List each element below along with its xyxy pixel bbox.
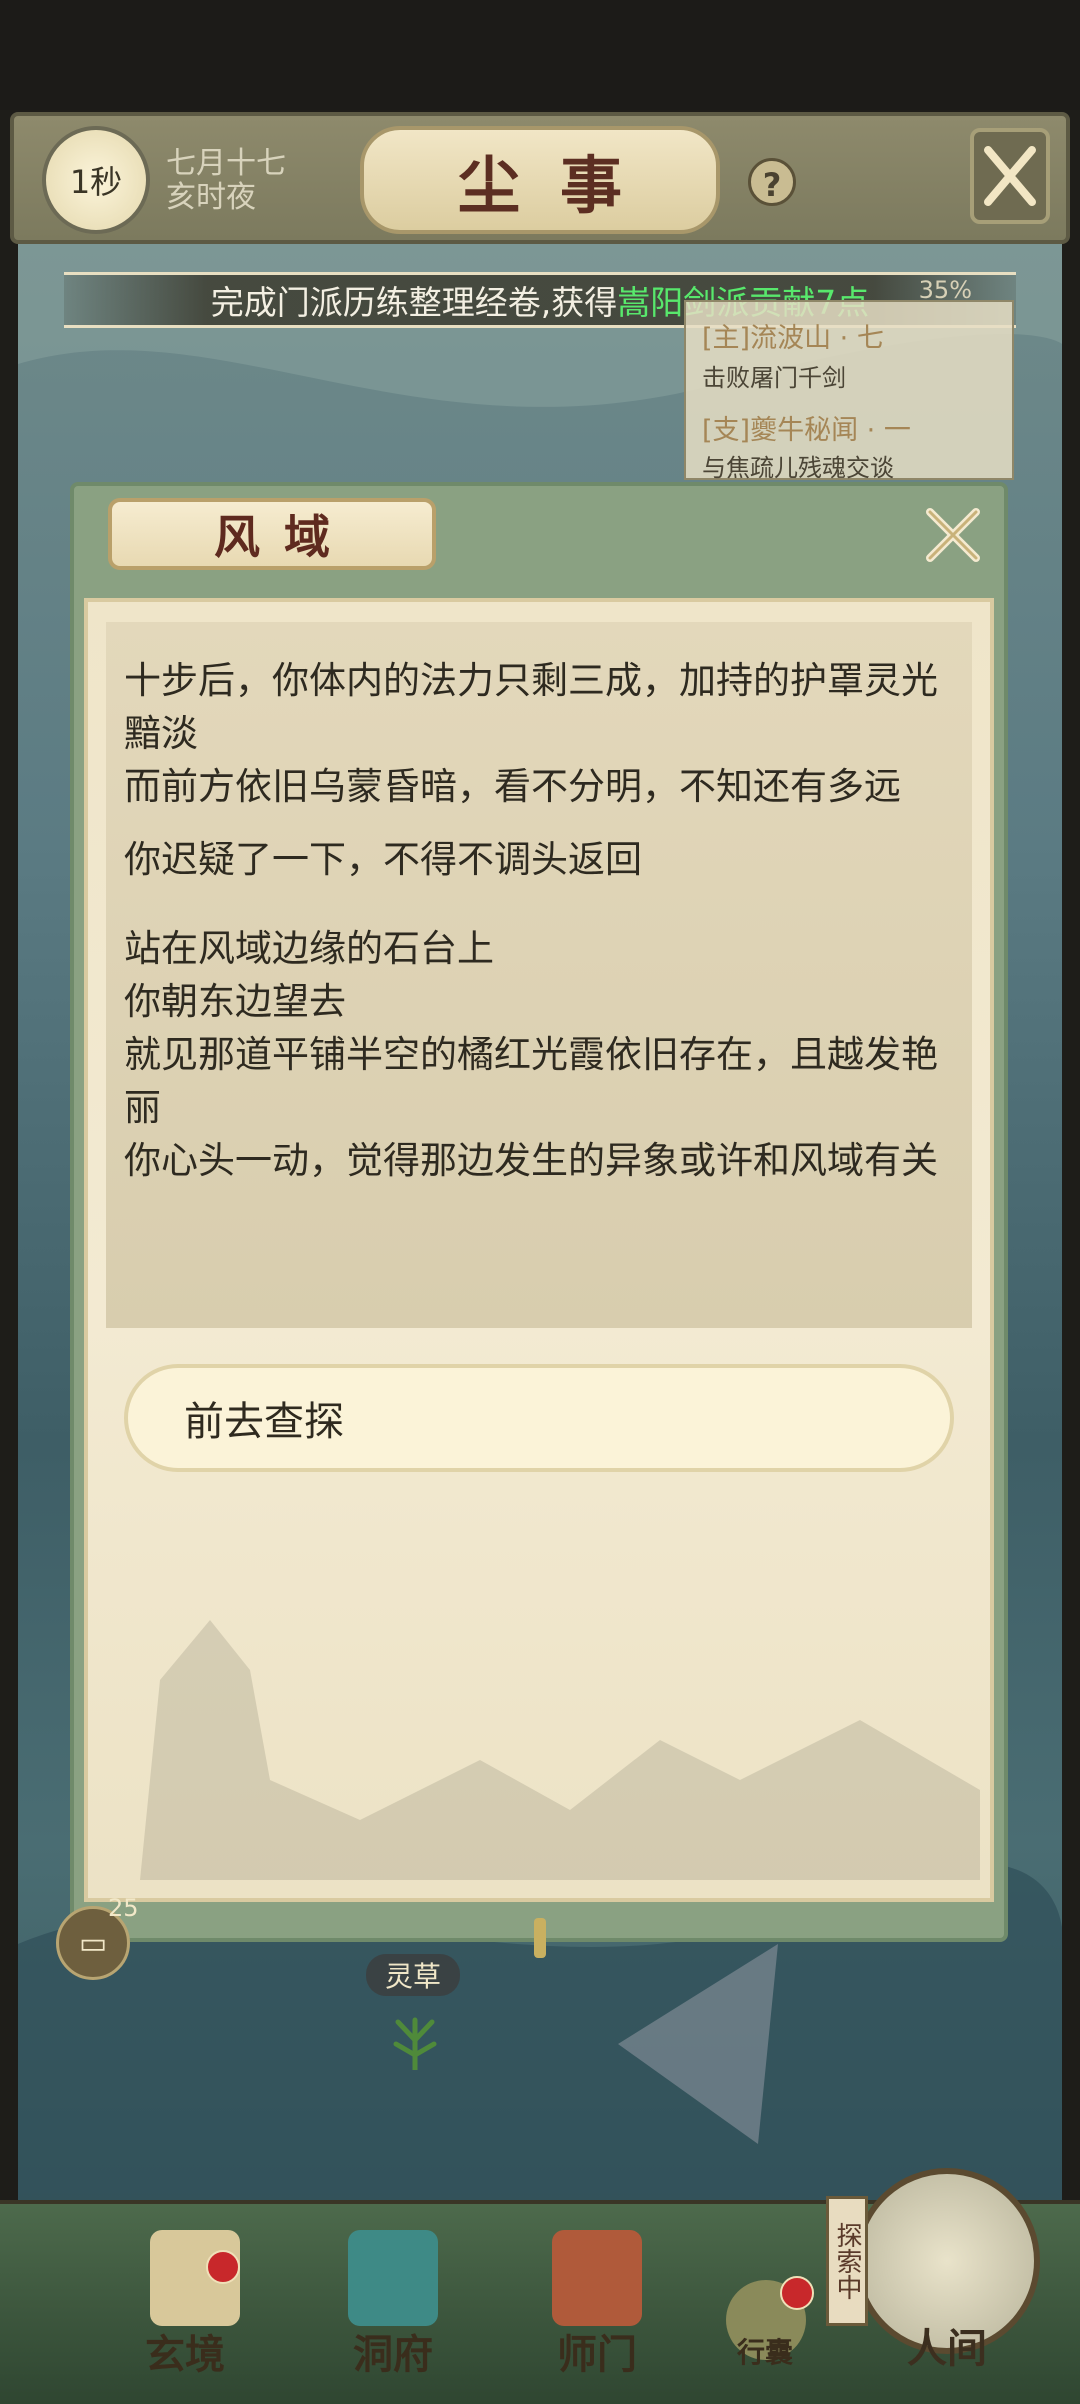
tab-xuanjing[interactable]: 玄境 bbox=[110, 2316, 260, 2386]
tab-renjian[interactable]: 人间 bbox=[872, 2310, 1022, 2380]
herb-label[interactable]: 灵草 bbox=[366, 1954, 460, 1996]
tab-shimen[interactable]: 师门 bbox=[522, 2316, 672, 2386]
explore-status-tag: 探索中 bbox=[826, 2196, 868, 2326]
timer-badge: 1秒 bbox=[42, 126, 150, 234]
story-paragraph: 你心头一动，觉得那边发生的异象或许和风域有关 bbox=[124, 1139, 938, 1182]
story-paragraph: 你迟疑了一下，不得不调头返回 bbox=[124, 838, 642, 881]
calendar-time: 亥时夜 bbox=[166, 180, 256, 215]
herb-plant-icon[interactable] bbox=[390, 2000, 440, 2070]
notification-dot bbox=[206, 2250, 240, 2284]
anchor-pin bbox=[534, 1918, 546, 1958]
pavilion-icon bbox=[348, 2230, 438, 2326]
quest-title[interactable]: [支]夔牛秘闻 · 一 bbox=[702, 408, 911, 447]
page-title: 尘事 bbox=[360, 126, 720, 234]
quest-progress: 35% bbox=[918, 276, 972, 304]
chat-icon: ▭ bbox=[78, 1925, 108, 1961]
chat-count-badge: 25 bbox=[108, 1894, 139, 1922]
choice-button[interactable]: 前去查探 bbox=[124, 1364, 954, 1472]
close-button[interactable] bbox=[970, 128, 1050, 224]
story-paragraph: 而前方依旧乌蒙昏暗，看不分明，不知还有多远 bbox=[124, 765, 901, 808]
tab-xingnang[interactable]: 行囊 bbox=[690, 2316, 840, 2386]
tab-dongfu[interactable]: 洞府 bbox=[318, 2316, 468, 2386]
help-icon[interactable]: ? bbox=[748, 158, 796, 206]
notification-dot bbox=[780, 2276, 814, 2310]
quest-title[interactable]: [主]流波山 · 七 bbox=[702, 316, 884, 355]
notice-text: 完成门派历练整理经卷,获得 bbox=[210, 283, 618, 322]
story-text: 十步后，你体内的法力只剩三成，加持的护罩灵光黯淡 而前方依旧乌蒙昏暗，看不分明，… bbox=[106, 622, 972, 1328]
close-icon bbox=[984, 146, 1036, 206]
story-paragraph: 站在风域边缘的石台上 bbox=[124, 927, 494, 970]
quest-subtitle: 与焦疏儿残魂交谈 bbox=[702, 454, 894, 482]
quest-subtitle: 击败屠门千剑 bbox=[702, 364, 846, 392]
story-paragraph: 你朝东边望去 bbox=[124, 980, 346, 1023]
quest-list[interactable]: 35% [主]流波山 · 七 击败屠门千剑 [支]夔牛秘闻 · 一 与焦疏儿残魂… bbox=[684, 276, 1014, 482]
modal-close-button[interactable] bbox=[918, 500, 988, 570]
banner-icon bbox=[552, 2230, 642, 2326]
modal-title: 风域 bbox=[108, 498, 436, 570]
status-strip bbox=[0, 0, 1080, 110]
close-icon bbox=[926, 508, 980, 562]
story-paragraph: 就见那道平铺半空的橘红光霞依旧存在，且越发艳丽 bbox=[124, 1033, 938, 1129]
mountain-illustration bbox=[140, 1620, 980, 1880]
story-paragraph: 十步后，你体内的法力只剩三成，加持的护罩灵光黯淡 bbox=[124, 659, 938, 755]
